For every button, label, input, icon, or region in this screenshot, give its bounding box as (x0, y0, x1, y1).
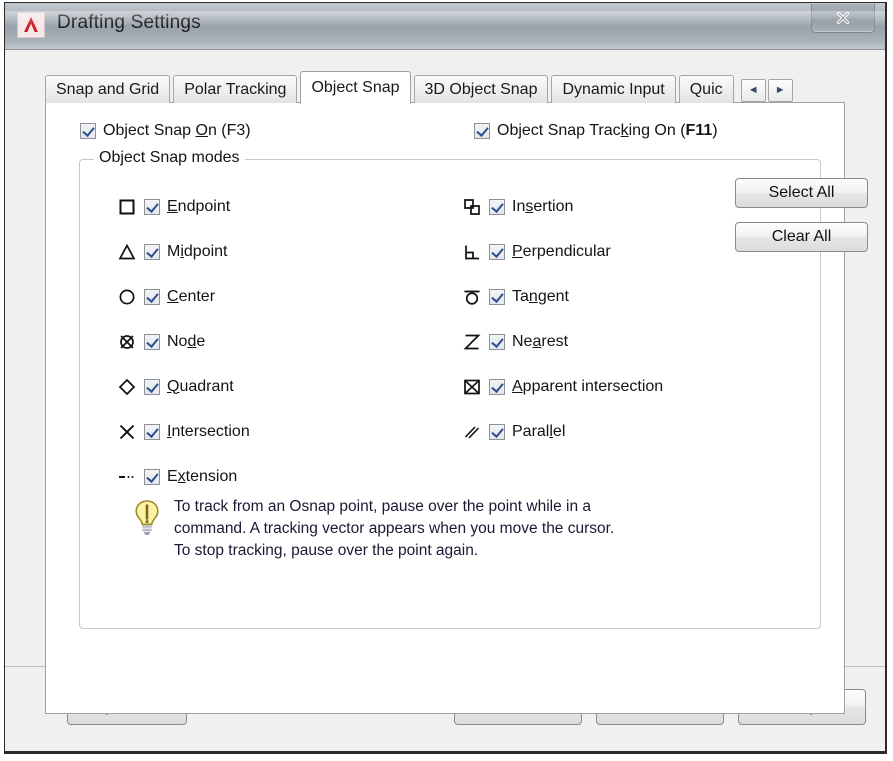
snap-mode-label: Intersection (167, 422, 250, 440)
parallel-icon (455, 422, 489, 442)
tangent-icon (455, 287, 489, 307)
snap-mode-label: Center (167, 287, 216, 305)
chevron-right-icon: ► (774, 84, 786, 96)
tab-scroll-right-button[interactable]: ► (767, 79, 793, 102)
tracking-tip: To track from an Osnap point, pause over… (132, 495, 614, 562)
checkbox-box (489, 198, 505, 215)
checkbox-box (474, 123, 490, 139)
title-bar: Drafting Settings (5, 3, 885, 50)
triangle-icon (110, 242, 144, 262)
tab-polar-tracking[interactable]: Polar Tracking (173, 75, 298, 103)
dialog-body: Snap and Grid Polar Tracking Object Snap… (5, 50, 885, 751)
lightbulb-icon (132, 495, 174, 542)
snap-mode-quadrant[interactable]: Quadrant (110, 364, 250, 409)
tab-object-snap[interactable]: Object Snap (300, 71, 411, 104)
snap-mode-midpoint[interactable]: Midpoint (110, 229, 250, 274)
snap-mode-perpendicular[interactable]: Perpendicular (455, 229, 663, 274)
snap-mode-center[interactable]: Center (110, 274, 250, 319)
square-icon (110, 197, 144, 217)
snap-mode-label: Insertion (512, 197, 574, 215)
tab-bar: Snap and Grid Polar Tracking Object Snap… (45, 71, 845, 104)
checkbox-box (489, 243, 505, 260)
checkbox-box (144, 288, 160, 305)
node-circle-x-icon (110, 332, 144, 352)
checkbox-box (144, 333, 160, 350)
drafting-settings-dialog: Drafting Settings Snap and Grid Polar Tr… (4, 2, 887, 754)
snap-mode-intersection[interactable]: Intersection (110, 409, 250, 454)
checkbox-box (144, 378, 160, 395)
checkbox-box (144, 423, 160, 440)
diamond-icon (110, 377, 144, 397)
select-all-button[interactable]: Select All (735, 178, 868, 208)
checkbox-box (80, 123, 96, 139)
snap-mode-endpoint[interactable]: Endpoint (110, 184, 250, 229)
cross-x-icon (110, 422, 144, 442)
checkbox-box (489, 378, 505, 395)
snap-mode-label: Quadrant (167, 377, 234, 395)
snap-mode-insertion[interactable]: Insertion (455, 184, 663, 229)
snap-mode-label: Perpendicular (512, 242, 611, 260)
group-title: Object Snap modes (94, 149, 245, 167)
tab-snap-and-grid[interactable]: Snap and Grid (45, 75, 171, 103)
tab-3d-object-snap[interactable]: 3D Object Snap (413, 75, 549, 103)
checkbox-box (144, 468, 160, 485)
dashed-line-icon (110, 467, 144, 487)
nearest-hourglass-icon (455, 332, 489, 352)
insertion-icon (455, 197, 489, 217)
object-snap-tracking-on-label: Object Snap Tracking On (F11) (497, 122, 718, 139)
snap-mode-label: Endpoint (167, 197, 231, 215)
checkbox-box (489, 288, 505, 305)
tab-scroll-controls: ◄ ► (739, 79, 793, 102)
object-snap-tracking-on-checkbox[interactable]: Object Snap Tracking On (F11) (474, 122, 718, 144)
checkbox-box (144, 243, 160, 260)
checkbox-box (489, 333, 505, 350)
object-snap-on-label: Object Snap On (F3) (103, 122, 251, 139)
checkbox-box (489, 423, 505, 440)
snap-mode-node[interactable]: Node (110, 319, 250, 364)
tab-dynamic-input[interactable]: Dynamic Input (551, 75, 676, 103)
chevron-left-icon: ◄ (747, 84, 759, 96)
snap-mode-label: Nearest (512, 332, 569, 350)
checkbox-box (144, 198, 160, 215)
snap-modes-right-column: Insertion Perpendicular Tangent Nearest … (455, 184, 663, 454)
tip-text: To track from an Osnap point, pause over… (174, 498, 615, 559)
snap-mode-label: Apparent intersection (512, 377, 664, 395)
snap-mode-label: Parallel (512, 422, 566, 440)
snap-mode-apparent-intersection[interactable]: Apparent intersection (455, 364, 663, 409)
close-icon (836, 11, 850, 25)
object-snap-on-checkbox[interactable]: Object Snap On (F3) (80, 122, 251, 144)
snap-mode-label: Extension (167, 467, 238, 485)
object-snap-tab-panel: Object Snap On (F3) Object Snap Tracking… (45, 102, 868, 714)
tab-scroll-left-button[interactable]: ◄ (740, 79, 766, 102)
snap-modes-left-column: Endpoint Midpoint Center Node Quadrant I… (110, 184, 250, 499)
close-button[interactable] (811, 4, 875, 33)
tab-quick-properties[interactable]: Quic (678, 75, 734, 103)
snap-mode-label: Tangent (512, 287, 569, 305)
snap-mode-label: Node (167, 332, 206, 350)
snap-mode-label: Midpoint (167, 242, 228, 260)
clear-all-button[interactable]: Clear All (735, 222, 868, 252)
object-snap-modes-group: Object Snap modes Endpoint Midpoint Cent… (79, 149, 868, 629)
circle-icon (110, 287, 144, 307)
window-title: Drafting Settings (57, 12, 201, 33)
snap-mode-nearest[interactable]: Nearest (455, 319, 663, 364)
autocad-logo-icon (17, 12, 45, 38)
snap-mode-tangent[interactable]: Tangent (455, 274, 663, 319)
apparent-intersection-icon (455, 377, 489, 397)
snap-mode-parallel[interactable]: Parallel (455, 409, 663, 454)
snap-mode-extension[interactable]: Extension (110, 454, 250, 499)
perpendicular-icon (455, 242, 489, 262)
